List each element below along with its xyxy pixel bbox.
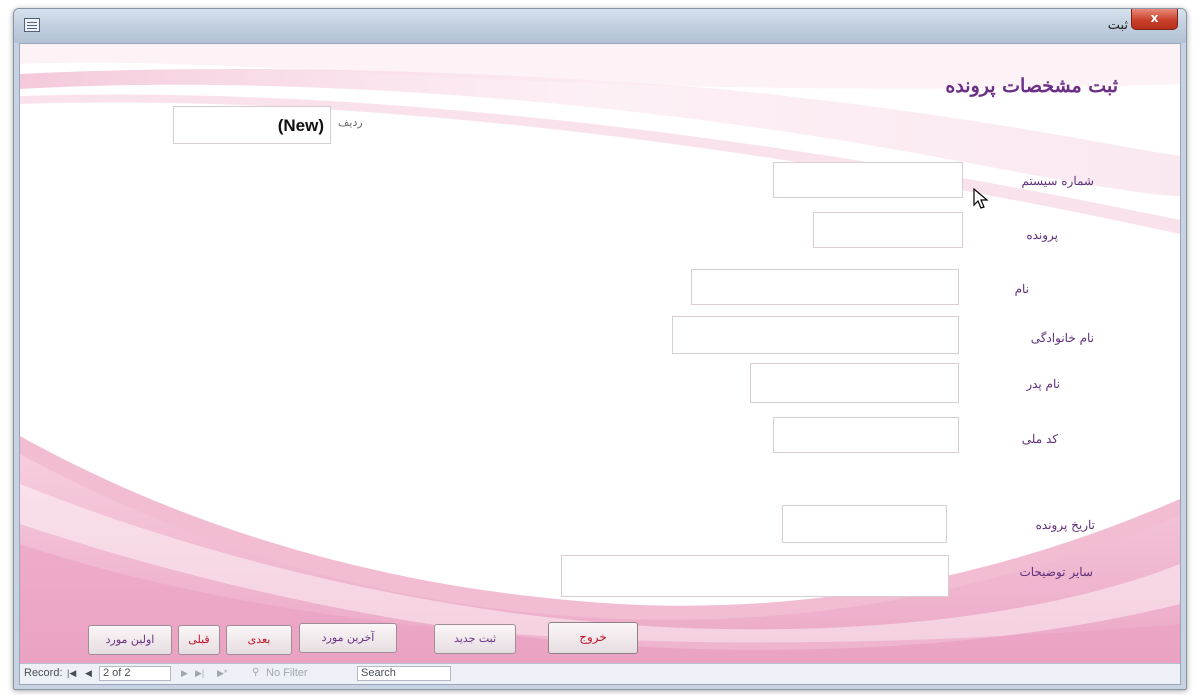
first-name-label: نام — [1014, 282, 1029, 296]
row-number-label: ردیف — [338, 116, 363, 129]
national-code-label: کد ملی — [1021, 432, 1058, 446]
file-date-field[interactable] — [782, 505, 947, 543]
close-button[interactable]: x — [1131, 9, 1178, 30]
first-name-field[interactable] — [691, 269, 959, 305]
form-area: ثبت مشخصات پرونده (New) ردیف شماره سیستم… — [19, 43, 1181, 685]
current-record-box[interactable]: 2 of 2 — [99, 666, 171, 681]
first-record-button[interactable]: اولین مورد — [88, 625, 172, 655]
row-number-field[interactable]: (New) — [173, 106, 331, 144]
next-record-nav-icon[interactable]: ▶ — [181, 668, 188, 679]
file-label: پرونده — [1026, 228, 1058, 242]
file-input[interactable] — [814, 213, 962, 247]
father-name-input[interactable] — [751, 364, 958, 402]
next-record-button[interactable]: بعدی — [226, 625, 292, 655]
window-title: ثبت — [1107, 18, 1128, 33]
row-number-value: (New) — [277, 116, 324, 135]
no-filter-label[interactable]: No Filter — [266, 667, 308, 679]
record-label: Record: — [24, 667, 63, 679]
system-number-input[interactable] — [774, 163, 962, 197]
previous-record-nav-icon[interactable]: ◀ — [85, 668, 92, 679]
last-name-label: نام خانوادگی — [1030, 331, 1094, 345]
record-navigation-bar: Record: |◀ ◀ 2 of 2 ▶ ▶| ▶* ⚲ No Filter … — [20, 663, 1180, 684]
national-code-field[interactable] — [773, 417, 959, 453]
father-name-label: نام پدر — [1026, 377, 1060, 391]
system-number-field[interactable] — [773, 162, 963, 198]
system-number-label: شماره سیستم — [1021, 174, 1094, 188]
new-record-button[interactable]: ثبت جدید — [434, 624, 516, 654]
title-bar: ثبت x — [14, 9, 1186, 43]
app-window: ثبت x ثبت مشخصات پرونده (New) ردیف شماره… — [13, 8, 1187, 690]
first-name-input[interactable] — [692, 270, 958, 304]
other-notes-label: سایر توضیحات — [1019, 565, 1093, 579]
file-date-input[interactable] — [783, 506, 946, 542]
form-icon[interactable] — [24, 18, 40, 32]
last-record-nav-icon[interactable]: ▶| — [195, 668, 204, 679]
other-notes-input[interactable] — [562, 556, 948, 596]
first-record-nav-icon[interactable]: |◀ — [67, 668, 76, 679]
file-date-label: تاریخ پرونده — [1035, 518, 1095, 532]
father-name-field[interactable] — [750, 363, 959, 403]
national-code-input[interactable] — [774, 418, 958, 452]
exit-button[interactable]: خروج — [548, 622, 638, 654]
previous-record-button[interactable]: قبلی — [178, 625, 220, 655]
file-field[interactable] — [813, 212, 963, 248]
mouse-pointer-icon — [973, 188, 989, 209]
search-box[interactable]: Search — [357, 666, 451, 681]
form-title: ثبت مشخصات پرونده — [945, 75, 1118, 97]
last-record-button[interactable]: آخرین مورد — [299, 623, 397, 653]
last-name-field[interactable] — [672, 316, 959, 354]
other-notes-field[interactable] — [561, 555, 949, 597]
filter-icon[interactable]: ⚲ — [252, 667, 259, 678]
last-name-input[interactable] — [673, 317, 958, 353]
new-record-nav-icon[interactable]: ▶* — [217, 668, 227, 679]
